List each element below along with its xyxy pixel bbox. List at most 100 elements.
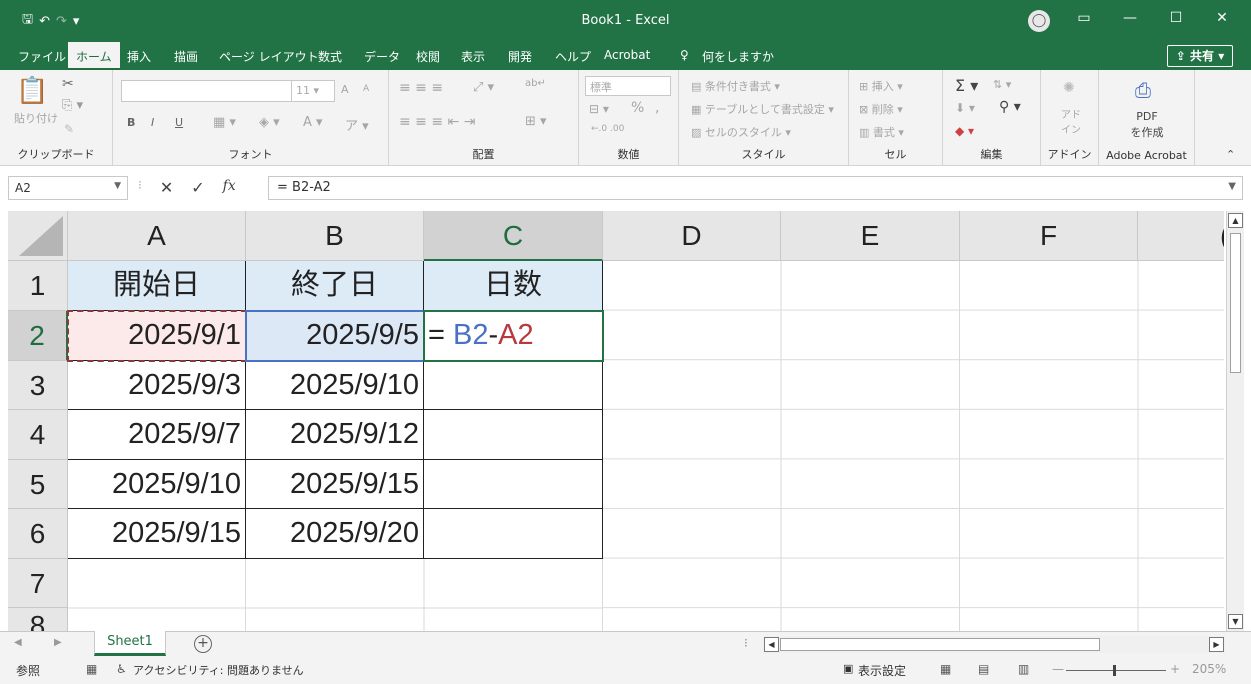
cell-b6[interactable]: 2025/9/20 xyxy=(246,509,424,559)
tab-insert[interactable]: 挿入 xyxy=(127,48,151,65)
next-sheet-icon[interactable]: ▶ xyxy=(54,637,62,648)
column-header-b[interactable]: B xyxy=(246,211,424,261)
ribbon-display-options-icon[interactable]: ▭ xyxy=(1071,10,1097,26)
align-top-icon[interactable]: ≡ ≡ ≡ xyxy=(399,80,443,96)
horizontal-scroll-thumb[interactable] xyxy=(780,638,1100,651)
cell-b2[interactable]: 2025/9/5 xyxy=(246,311,424,361)
cell-c6[interactable] xyxy=(424,509,603,559)
accessibility-icon[interactable]: ♿ xyxy=(116,662,127,676)
add-sheet-button[interactable]: + xyxy=(194,635,212,653)
prev-sheet-icon[interactable]: ◀ xyxy=(14,637,22,648)
cell-a3[interactable]: 2025/9/3 xyxy=(68,361,246,410)
phonetic-icon[interactable]: ア ▾ xyxy=(345,115,369,134)
calendar-icon[interactable]: ▦ xyxy=(86,662,97,676)
italic-button[interactable]: I xyxy=(151,116,154,129)
paste-label[interactable]: 貼り付け xyxy=(14,110,58,126)
row-header-1[interactable]: 1 xyxy=(8,261,68,311)
wrap-text-icon[interactable]: ab↵ xyxy=(525,78,546,89)
tab-formulas[interactable]: 数式 xyxy=(318,48,342,65)
cell-a5[interactable]: 2025/9/10 xyxy=(68,460,246,509)
cut-icon[interactable]: ✂ xyxy=(62,76,74,92)
clear-icon[interactable]: ◆ ▾ xyxy=(955,124,974,138)
comma-button[interactable]: , xyxy=(655,100,659,116)
display-settings-icon[interactable]: ▣ xyxy=(843,662,853,675)
cell-b5[interactable]: 2025/9/15 xyxy=(246,460,424,509)
column-header-f[interactable]: F xyxy=(960,211,1138,261)
grow-font-icon[interactable]: A xyxy=(341,83,349,96)
tab-draw[interactable]: 描画 xyxy=(174,48,198,65)
cell-b1[interactable]: 終了日 xyxy=(246,261,424,311)
cell-c3[interactable] xyxy=(424,361,603,410)
accessibility-status[interactable]: アクセシビリティ: 問題ありません xyxy=(133,662,304,678)
row-header-3[interactable]: 3 xyxy=(8,361,68,410)
column-header-g[interactable]: ( xyxy=(1138,211,1224,261)
cell-c4[interactable] xyxy=(424,410,603,460)
align-left-icon[interactable]: ≡ ≡ ≡ ⇤ ⇥ xyxy=(399,114,475,130)
column-header-e[interactable]: E xyxy=(781,211,960,261)
format-painter-icon[interactable]: ✎ xyxy=(64,122,74,136)
tab-file[interactable]: ファイル xyxy=(18,48,66,65)
copy-icon[interactable]: ⎘ ▾ xyxy=(62,98,83,113)
empty-row-7-8[interactable] xyxy=(68,559,603,631)
vertical-scrollbar[interactable]: ▲ ▼ xyxy=(1226,211,1244,631)
tab-splitter-icon[interactable]: ⁝ xyxy=(744,636,748,650)
addin-icon[interactable]: ✺ xyxy=(1063,80,1075,96)
scroll-left-icon[interactable]: ◀ xyxy=(764,637,779,652)
cell-a4[interactable]: 2025/9/7 xyxy=(68,410,246,460)
merge-center-icon[interactable]: ⊞ ▾ xyxy=(525,114,547,129)
addin-button[interactable]: アドイン xyxy=(1057,106,1085,136)
close-button[interactable]: ✕ xyxy=(1209,10,1235,26)
conditional-format-button[interactable]: ▤ 条件付き書式 ▾ xyxy=(691,78,780,94)
pdf-label[interactable]: PDF xyxy=(1099,110,1195,123)
borders-icon[interactable]: ▦ ▾ xyxy=(213,115,236,130)
page-break-view-icon[interactable]: ▥ xyxy=(1018,662,1029,676)
cell-a1[interactable]: 開始日 xyxy=(68,261,246,311)
bold-button[interactable]: B xyxy=(127,116,135,129)
enter-icon[interactable]: ✓ xyxy=(191,178,204,197)
cell-b4[interactable]: 2025/9/12 xyxy=(246,410,424,460)
page-layout-view-icon[interactable]: ▤ xyxy=(978,662,989,676)
zoom-slider-thumb[interactable] xyxy=(1113,665,1116,676)
decimal-increase-icon[interactable]: ←.0 .00 xyxy=(591,124,624,134)
expand-formula-icon[interactable]: ▼ xyxy=(1228,181,1236,192)
cell-a6[interactable]: 2025/9/15 xyxy=(68,509,246,559)
tab-view[interactable]: 表示 xyxy=(461,48,485,65)
tab-data[interactable]: データ xyxy=(364,48,400,65)
currency-icon[interactable]: ⊟ ▾ xyxy=(589,102,609,116)
percent-button[interactable]: % xyxy=(631,100,644,116)
delete-cells-button[interactable]: ⊠ 削除 ▾ xyxy=(859,101,903,117)
format-as-table-button[interactable]: ▦ テーブルとして書式設定 ▾ xyxy=(691,101,834,117)
fill-icon[interactable]: ⬇ ▾ xyxy=(955,101,975,115)
cancel-icon[interactable]: ✕ xyxy=(160,178,173,197)
display-settings-label[interactable]: 表示設定 xyxy=(858,662,906,679)
chevron-down-icon[interactable]: ▼ xyxy=(114,181,121,191)
column-header-c[interactable]: C xyxy=(424,211,603,261)
cell-a2[interactable]: 2025/9/1 xyxy=(68,311,246,361)
name-box[interactable]: A2 ▼ xyxy=(8,176,128,200)
row-header-2[interactable]: 2 xyxy=(8,311,68,361)
cell-c1[interactable]: 日数 xyxy=(424,261,603,311)
insert-function-icon[interactable]: fx xyxy=(223,178,236,197)
tell-me-search[interactable]: 何をしますか xyxy=(702,48,774,65)
shrink-font-icon[interactable]: A xyxy=(363,84,369,94)
cell-styles-button[interactable]: ▨ セルのスタイル ▾ xyxy=(691,124,791,140)
select-all-button[interactable] xyxy=(8,211,68,261)
share-button[interactable]: ⇪ 共有 ▾ xyxy=(1167,45,1233,67)
paste-icon[interactable]: 📋 xyxy=(16,76,48,106)
zoom-in-button[interactable]: + xyxy=(1170,662,1180,676)
row-header-6[interactable]: 6 xyxy=(8,509,68,559)
scroll-up-icon[interactable]: ▲ xyxy=(1228,213,1243,228)
autosum-icon[interactable]: Σ ▾ xyxy=(955,76,978,95)
row-header-5[interactable]: 5 xyxy=(8,460,68,509)
sheet-tab-sheet1[interactable]: Sheet1 xyxy=(94,631,166,656)
horizontal-scrollbar[interactable]: ◀ ▶ xyxy=(763,636,1225,653)
zoom-slider-track[interactable] xyxy=(1066,670,1166,671)
row-header-7[interactable]: 7 xyxy=(8,559,68,608)
font-name-box[interactable] xyxy=(121,80,293,102)
normal-view-icon[interactable]: ▦ xyxy=(940,662,951,676)
find-select-icon[interactable]: ⚲ ▾ xyxy=(999,99,1021,115)
cell-c2[interactable]: = B2-A2 xyxy=(424,311,603,361)
user-avatar-icon[interactable]: ◯ xyxy=(1028,10,1050,32)
formula-input[interactable]: = B2-A2 ▼ xyxy=(268,176,1243,200)
tab-page-layout[interactable]: ページ レイアウト xyxy=(219,48,319,65)
